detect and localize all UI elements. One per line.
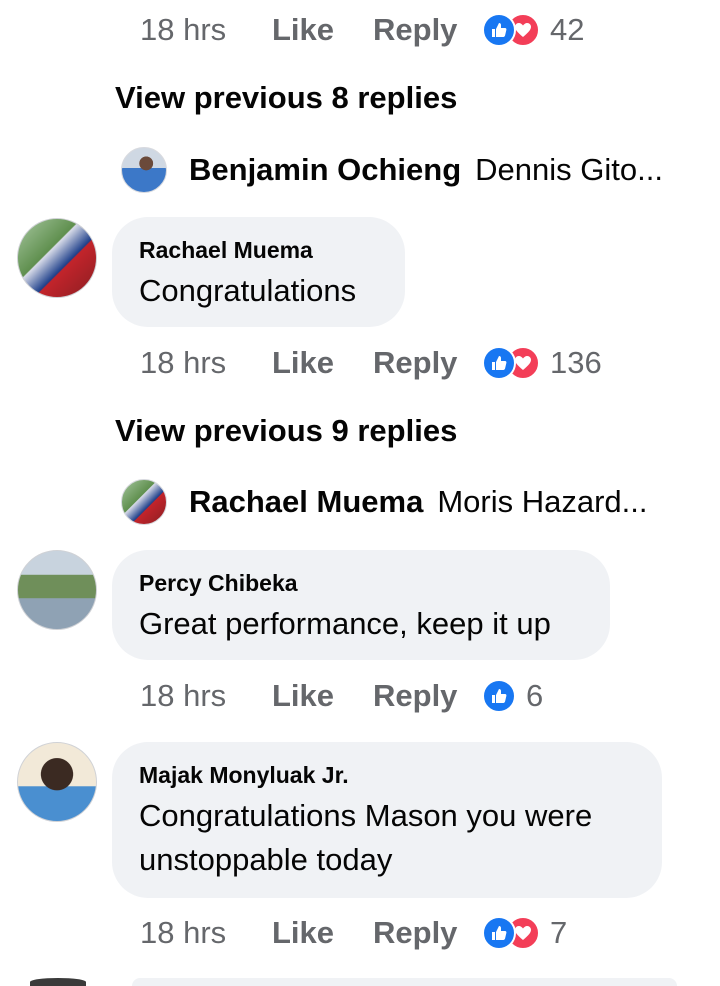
comment-author[interactable]: Majak Monyluak Jr. bbox=[139, 760, 634, 790]
view-previous-replies-link[interactable]: View previous 9 replies bbox=[115, 413, 457, 449]
reaction-summary[interactable]: 7 bbox=[482, 915, 567, 951]
like-button[interactable]: Like bbox=[272, 678, 373, 714]
like-icon bbox=[482, 346, 516, 380]
reply-button[interactable]: Reply bbox=[373, 12, 482, 48]
reaction-summary[interactable]: 136 bbox=[482, 345, 602, 381]
like-button[interactable]: Like bbox=[272, 12, 373, 48]
reply-preview-text: Dennis Gito... bbox=[475, 152, 663, 187]
comment-text: Congratulations Mason you were unstoppab… bbox=[139, 798, 593, 877]
comment-timestamp: 18 hrs bbox=[140, 678, 227, 713]
view-previous-replies-link[interactable]: View previous 8 replies bbox=[115, 80, 457, 116]
like-icon bbox=[482, 13, 516, 47]
comment-timestamp: 18 hrs bbox=[140, 12, 227, 47]
comment-timestamp: 18 hrs bbox=[140, 915, 227, 950]
reply-button[interactable]: Reply bbox=[373, 345, 482, 381]
comment-meta-row: 18 hrs Like Reply 42 bbox=[140, 10, 584, 50]
comment-author[interactable]: Rachael Muema bbox=[139, 235, 377, 265]
avatar[interactable] bbox=[17, 550, 97, 630]
reaction-count: 6 bbox=[526, 678, 544, 713]
reaction-count: 7 bbox=[550, 915, 568, 950]
avatar bbox=[121, 147, 167, 193]
avatar[interactable] bbox=[17, 218, 97, 298]
comment-bubble: Percy Chibeka Great performance, keep it… bbox=[112, 550, 610, 660]
reaction-count: 42 bbox=[550, 12, 585, 47]
reply-button[interactable]: Reply bbox=[373, 915, 482, 951]
reply-preview-text: Moris Hazard... bbox=[437, 484, 648, 519]
comment-bubble: Rachael Muema Congratulations bbox=[112, 217, 405, 327]
reply-preview-author: Benjamin Ochieng bbox=[189, 152, 462, 187]
reply-preview[interactable]: Benjamin Ochieng Dennis Gito... bbox=[121, 146, 681, 194]
avatar[interactable] bbox=[17, 742, 97, 822]
reply-preview[interactable]: Rachael Muema Moris Hazard... bbox=[121, 478, 681, 526]
reaction-count: 136 bbox=[550, 345, 602, 380]
comment-author[interactable]: Percy Chibeka bbox=[139, 568, 582, 598]
comment-meta-row: 18 hrs Like Reply 7 bbox=[140, 913, 567, 953]
avatar[interactable] bbox=[30, 978, 86, 986]
comment-bubble: Majak Monyluak Jr. Congratulations Mason… bbox=[112, 742, 662, 898]
like-button[interactable]: Like bbox=[272, 915, 373, 951]
avatar bbox=[121, 479, 167, 525]
comment-meta-row: 18 hrs Like Reply 6 bbox=[140, 676, 543, 716]
reply-preview-author: Rachael Muema bbox=[189, 484, 424, 519]
like-icon bbox=[482, 679, 516, 713]
reply-button[interactable]: Reply bbox=[373, 678, 482, 714]
reaction-summary[interactable]: 42 bbox=[482, 12, 584, 48]
comment-text: Great performance, keep it up bbox=[139, 606, 551, 641]
comment-bubble bbox=[132, 978, 677, 986]
comment-timestamp: 18 hrs bbox=[140, 345, 227, 380]
like-button[interactable]: Like bbox=[272, 345, 373, 381]
comment-text: Congratulations bbox=[139, 273, 357, 308]
reaction-summary[interactable]: 6 bbox=[482, 678, 543, 714]
comment-meta-row: 18 hrs Like Reply 136 bbox=[140, 343, 602, 383]
like-icon bbox=[482, 916, 516, 950]
